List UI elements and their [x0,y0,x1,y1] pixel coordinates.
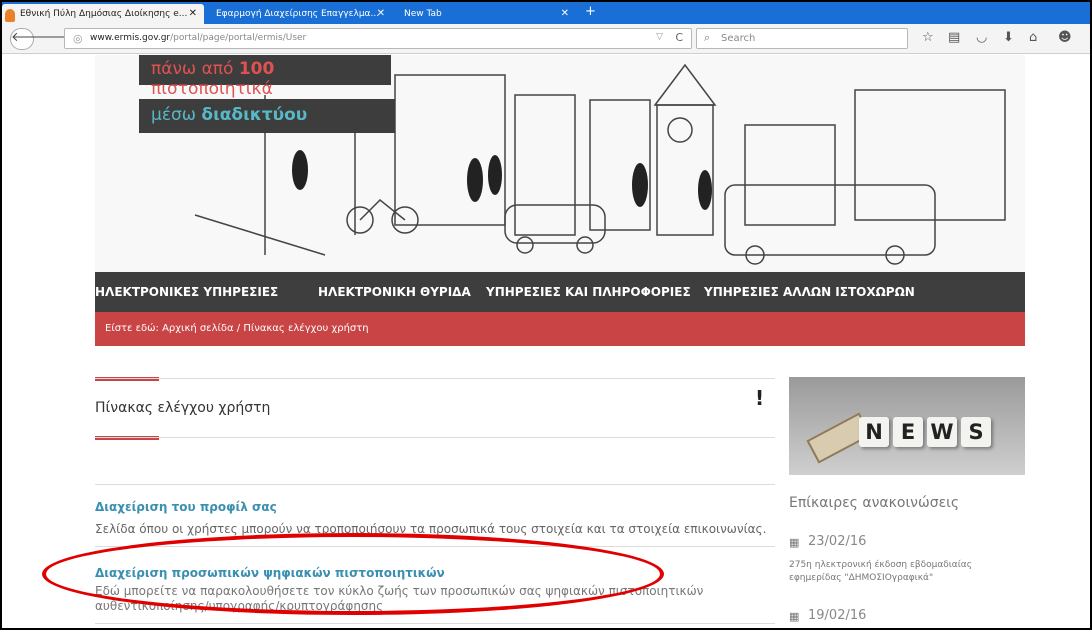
search-placeholder: Search [721,33,756,44]
dropdown-icon[interactable]: ▽ [656,32,663,42]
tab-ermis[interactable]: Εθνική Πύλη Δημόσιας Διοίκησης e... ✕ [2,4,204,24]
main-menu: ΗΛΕΚΤΡΟΝΙΚΕΣ ΥΠΗΡΕΣΙΕΣ ΗΛΕΚΤΡΟΝΙΚΗ ΘΥΡΙΔ… [95,272,1025,312]
new-tab-button[interactable]: + [585,4,596,19]
news-cube: E [893,417,923,447]
menu-services-info[interactable]: ΥΠΗΡΕΣΙΕΣ ΚΑΙ ΠΛΗΡΟΦΟΡΙΕΣ [486,285,691,299]
menu-electronic-box[interactable]: ΗΛΕΚΤΡΟΝΙΚΗ ΘΥΡΙΔΑ [318,285,471,299]
menu-electronic-services[interactable]: ΗΛΕΚΤΡΟΝΙΚΕΣ ΥΠΗΡΕΣΙΕΣ [95,285,278,299]
url-path: /portal/page/portal/ermis/User [170,33,307,43]
promo-number: 100 [238,59,275,79]
breadcrumb-text[interactable]: Είστε εδώ: Αρχική σελίδα / Πίνακας ελέγχ… [105,323,369,334]
tab-bar: Εθνική Πύλη Δημόσιας Διοίκησης e... ✕ Εφ… [2,2,1090,24]
pocket-icon[interactable]: ◡ [976,30,987,45]
page-content: πάνω από 100 πιστοποιητικά μέσω διαδικτύ… [2,55,1090,628]
calendar-icon: ▦ [789,610,800,623]
calendar-icon: ▦ [789,536,800,549]
promo-online: μέσω διαδικτύου [139,99,395,133]
bookmarks-menu-icon[interactable]: ▤ [948,30,960,45]
page-title: Πίνακας ελέγχου χρήστη [95,400,271,416]
chat-icon[interactable]: ☻ [1058,30,1072,45]
home-icon[interactable]: ⌂ [1029,30,1037,45]
promo-bold: διαδικτύου [201,105,308,125]
divider [95,623,775,624]
alert-icon[interactable]: ! [755,386,764,410]
highlight-oval [42,533,664,615]
tab-new-tab[interactable]: New Tab ✕ [394,4,576,24]
downloads-icon[interactable]: ⬇ [1003,30,1014,45]
news-cube: W [927,417,957,447]
hero-banner: πάνω από 100 πιστοποιητικά μέσω διαδικτύ… [95,55,1025,272]
news-image[interactable]: N E W S [789,377,1025,475]
search-input[interactable]: ⌕ Search [696,28,908,49]
search-icon: ⌕ [704,31,711,44]
close-tab-icon[interactable]: ✕ [377,8,385,19]
close-tab-icon[interactable]: ✕ [189,8,197,19]
address-bar[interactable]: ◎ www.ermis.gov.gr/portal/page/portal/er… [64,28,692,49]
tab-label: Εθνική Πύλη Δημόσιας Διοίκησης e... [20,9,188,19]
back-button[interactable]: 🡐 [10,28,46,50]
news-heading: Επίκαιρες ανακοινώσεις [789,495,960,511]
news-item-link[interactable]: 275η ηλεκτρονική έκδοση εβδομαδιαίας εφη… [789,559,1009,585]
navigation-toolbar: 🡐 🡒 ◎ www.ermis.gov.gr/portal/page/porta… [2,24,1090,54]
news-cube: N [859,417,889,447]
news-cube: S [961,417,991,447]
promo-certificates: πάνω από 100 πιστοποιητικά [139,55,391,99]
tab-label: Εφαρμογή Διαχείρισης Επαγγελμα... [216,9,380,19]
promo-text: πάνω από [151,59,239,79]
close-tab-icon[interactable]: ✕ [561,8,569,19]
reload-icon[interactable]: C [675,31,683,44]
divider [95,437,775,438]
promo-text: μέσω [151,105,202,125]
url-host: www.ermis.gov.gr [90,33,171,43]
news-date: 19/02/16 [808,608,867,623]
bookmark-star-icon[interactable]: ☆ [922,30,934,45]
tab-label: New Tab [404,9,442,19]
menu-other-sites[interactable]: ΥΠΗΡΕΣΙΕΣ ΑΛΛΩΝ ΙΣΤΟΧΩΡΩΝ [704,285,915,299]
globe-icon: ◎ [73,32,83,45]
promo-text: πιστοποιητικά [151,79,273,99]
browser-window: Εθνική Πύλη Δημόσιας Διοίκησης e... ✕ Εφ… [0,0,1092,630]
divider [95,378,775,379]
manage-profile-link[interactable]: Διαχείριση του προφίλ σας [95,500,277,514]
divider [95,484,775,485]
news-date: 23/02/16 [808,534,867,549]
firefox-icon [5,9,15,22]
breadcrumb: Είστε εδώ: Αρχική σελίδα / Πίνακας ελέγχ… [95,312,1025,346]
tab-professional-app[interactable]: Εφαρμογή Διαχείρισης Επαγγελμα... ✕ [206,4,392,24]
